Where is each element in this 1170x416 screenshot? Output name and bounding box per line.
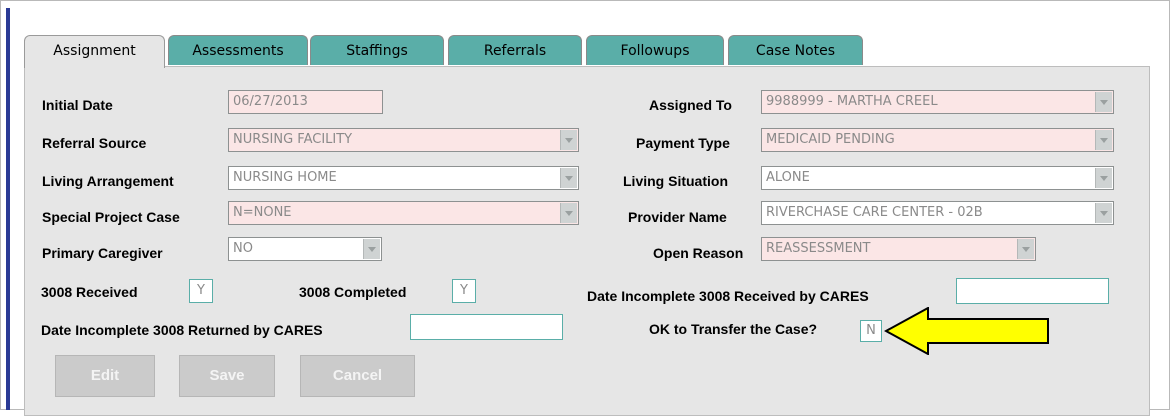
payment-type-select[interactable]: MEDICAID PENDING bbox=[761, 128, 1114, 152]
initial-date-field[interactable]: 06/27/2013 bbox=[228, 90, 383, 114]
provider-name-value: RIVERCHASE CARE CENTER - 02B bbox=[766, 205, 983, 220]
tab-assessments[interactable]: Assessments bbox=[168, 35, 308, 65]
edit-button[interactable]: Edit bbox=[55, 355, 155, 397]
chevron-down-icon[interactable] bbox=[560, 130, 577, 150]
chevron-down-icon[interactable] bbox=[1095, 203, 1112, 223]
open-reason-value: REASSESSMENT bbox=[766, 241, 871, 256]
referral-source-select[interactable]: NURSING FACILITY bbox=[228, 128, 579, 152]
3008-completed-label: 3008 Completed bbox=[299, 284, 407, 300]
chevron-down-icon[interactable] bbox=[363, 239, 380, 259]
window-left-border bbox=[6, 8, 10, 410]
living-arrangement-select[interactable]: NURSING HOME bbox=[228, 166, 579, 190]
primary-caregiver-label: Primary Caregiver bbox=[42, 245, 163, 261]
living-situation-value: ALONE bbox=[766, 170, 810, 185]
tab-assignment[interactable]: Assignment bbox=[24, 35, 165, 68]
3008-received-field[interactable]: Y bbox=[189, 279, 213, 303]
chevron-down-icon[interactable] bbox=[560, 203, 577, 223]
tab-case-notes[interactable]: Case Notes bbox=[728, 35, 863, 65]
payment-type-value: MEDICAID PENDING bbox=[766, 132, 895, 147]
tab-referrals[interactable]: Referrals bbox=[448, 35, 582, 65]
tab-followups[interactable]: Followups bbox=[586, 35, 724, 65]
provider-name-select[interactable]: RIVERCHASE CARE CENTER - 02B bbox=[761, 201, 1114, 225]
3008-completed-field[interactable]: Y bbox=[452, 279, 476, 303]
chevron-down-icon[interactable] bbox=[1095, 130, 1112, 150]
living-situation-select[interactable]: ALONE bbox=[761, 166, 1114, 190]
assigned-to-select[interactable]: 9988999 - MARTHA CREEL bbox=[761, 90, 1114, 114]
referral-source-value: NURSING FACILITY bbox=[233, 132, 353, 147]
chevron-down-icon[interactable] bbox=[1017, 239, 1034, 259]
initial-date-label: Initial Date bbox=[42, 97, 113, 113]
assigned-to-label: Assigned To bbox=[649, 97, 732, 113]
living-arrangement-value: NURSING HOME bbox=[233, 170, 337, 185]
cancel-button[interactable]: Cancel bbox=[300, 355, 415, 397]
ok-to-transfer-field[interactable]: N bbox=[860, 320, 882, 342]
tab-staffings[interactable]: Staffings bbox=[310, 35, 444, 65]
ok-to-transfer-label: OK to Transfer the Case? bbox=[649, 321, 818, 337]
3008-received-label: 3008 Received bbox=[41, 284, 138, 300]
payment-type-label: Payment Type bbox=[636, 135, 730, 151]
open-reason-select[interactable]: REASSESSMENT bbox=[761, 237, 1036, 261]
special-project-case-select[interactable]: N=NONE bbox=[228, 201, 579, 225]
date-incomplete-returned-label: Date Incomplete 3008 Returned by CARES bbox=[41, 322, 323, 338]
chevron-down-icon[interactable] bbox=[1095, 92, 1112, 112]
primary-caregiver-value: NO bbox=[233, 241, 253, 256]
date-incomplete-returned-field[interactable] bbox=[410, 314, 563, 340]
living-situation-label: Living Situation bbox=[623, 173, 728, 189]
special-project-case-label: Special Project Case bbox=[42, 209, 180, 225]
provider-name-label: Provider Name bbox=[628, 209, 727, 225]
chevron-down-icon[interactable] bbox=[1095, 168, 1112, 188]
chevron-down-icon[interactable] bbox=[560, 168, 577, 188]
save-button[interactable]: Save bbox=[179, 355, 275, 397]
special-project-case-value: N=NONE bbox=[233, 205, 292, 220]
date-incomplete-received-label: Date Incomplete 3008 Received by CARES bbox=[587, 288, 869, 304]
referral-source-label: Referral Source bbox=[42, 135, 147, 151]
living-arrangement-label: Living Arrangement bbox=[42, 173, 174, 189]
assigned-to-value: 9988999 - MARTHA CREEL bbox=[766, 94, 938, 109]
open-reason-label: Open Reason bbox=[653, 245, 744, 261]
primary-caregiver-select[interactable]: NO bbox=[228, 237, 382, 261]
arrow-left-icon bbox=[884, 307, 1049, 355]
date-incomplete-received-field[interactable] bbox=[956, 278, 1109, 304]
